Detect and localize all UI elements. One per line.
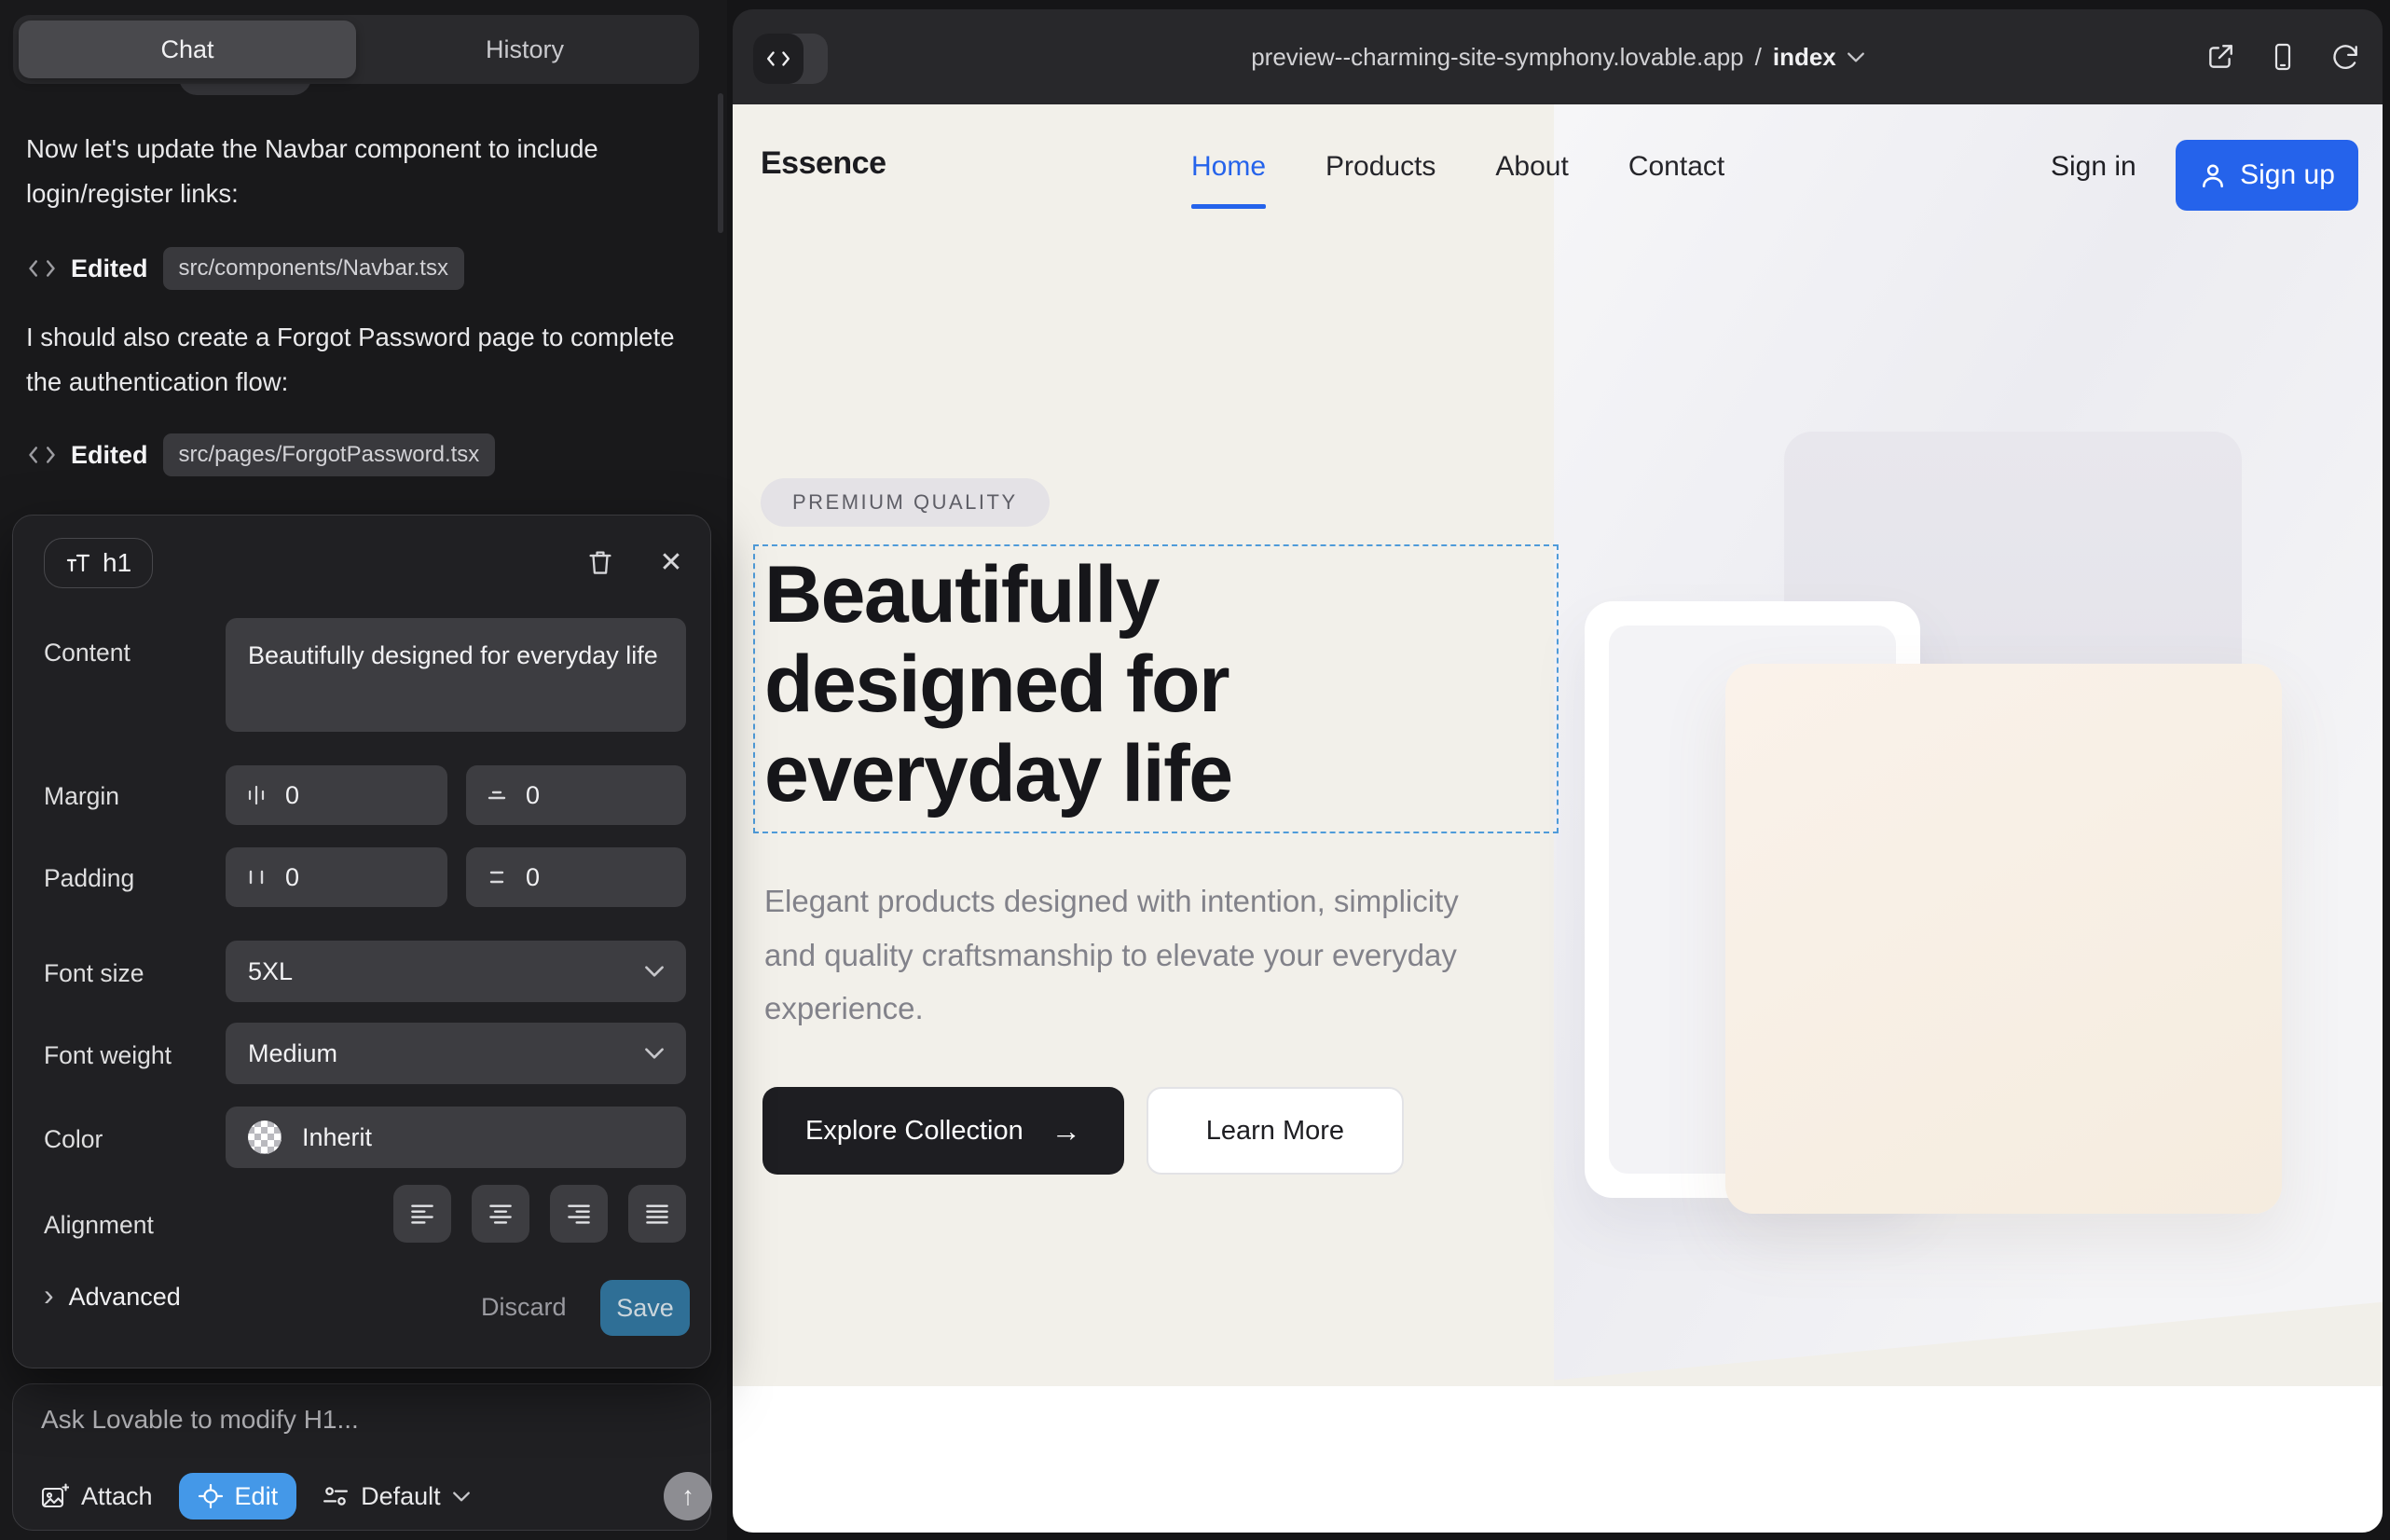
margin-vertical-icon <box>485 783 509 807</box>
preview-pane: preview--charming-site-symphony.lovable.… <box>733 9 2383 1533</box>
code-icon <box>28 444 56 466</box>
font-weight-select[interactable]: Medium <box>226 1023 686 1084</box>
padding-vertical-icon <box>485 865 509 889</box>
nav-link-home[interactable]: Home <box>1191 151 1266 183</box>
app-window: ··· Chat History Now let's update the Na… <box>0 0 2390 1540</box>
font-size-select[interactable]: 5XL <box>226 941 686 1002</box>
hero-description: Elegant products designed with intention… <box>764 874 1510 1036</box>
send-button[interactable]: ↑ <box>664 1472 712 1520</box>
content-input[interactable]: Beautifully designed for everyday life <box>226 618 686 732</box>
chevron-down-icon <box>453 1492 470 1502</box>
decorative-card-front <box>1725 664 2282 1214</box>
chevron-down-icon <box>645 1048 664 1059</box>
selected-element-tag: h1 <box>44 538 153 588</box>
tab-chat[interactable]: Chat <box>19 21 356 78</box>
mobile-view-icon[interactable] <box>2269 42 2297 72</box>
margin-horizontal-icon <box>244 783 268 807</box>
learn-more-button[interactable]: Learn More <box>1147 1087 1404 1175</box>
color-picker-field[interactable]: Inherit <box>226 1107 686 1168</box>
target-icon <box>198 1483 224 1509</box>
edited-label: Edited <box>71 254 148 283</box>
font-weight-label: Font weight <box>44 1041 172 1070</box>
site-logo[interactable]: Essence <box>761 145 886 182</box>
font-size-label: Font size <box>44 959 144 988</box>
attach-image-icon <box>41 1483 69 1509</box>
nav-link-about[interactable]: About <box>1495 151 1568 183</box>
align-left-button[interactable] <box>393 1185 451 1243</box>
site-nav: Home Products About Contact <box>1191 151 1724 183</box>
file-chip[interactable]: src/components/Navbar.tsx <box>163 247 464 290</box>
arrow-up-icon: ↑ <box>681 1481 694 1511</box>
alignment-label: Alignment <box>44 1211 154 1240</box>
prompt-input[interactable] <box>41 1405 684 1448</box>
url-bar[interactable]: preview--charming-site-symphony.lovable.… <box>733 9 2383 104</box>
chat-sidebar: ··· Chat History Now let's update the Na… <box>0 0 727 1540</box>
preview-toolbar: preview--charming-site-symphony.lovable.… <box>733 9 2383 104</box>
padding-y-input[interactable]: 0 <box>466 847 686 907</box>
sliders-icon <box>323 1485 349 1507</box>
file-edit-row: Edited src/pages/ForgotPassword.tsx <box>28 431 495 479</box>
assistant-message: Now let's update the Navbar component to… <box>26 127 690 216</box>
close-editor-button[interactable]: ✕ <box>651 542 692 583</box>
margin-y-input[interactable]: 0 <box>466 765 686 825</box>
site-viewport: Essence Home Products About Contact Sign… <box>733 104 2383 1533</box>
margin-label: Margin <box>44 782 119 811</box>
mode-selector[interactable]: Default <box>323 1482 470 1511</box>
explore-collection-button[interactable]: Explore Collection → <box>762 1087 1124 1175</box>
save-button[interactable]: Save <box>600 1280 690 1336</box>
padding-horizontal-icon <box>244 865 268 889</box>
padding-label: Padding <box>44 864 134 893</box>
padding-x-input[interactable]: 0 <box>226 847 447 907</box>
chevron-right-icon: › <box>44 1280 54 1310</box>
assistant-message: I should also create a Forgot Password p… <box>26 315 690 405</box>
sign-up-button[interactable]: Sign up <box>2176 140 2358 211</box>
nav-link-products[interactable]: Products <box>1325 151 1435 183</box>
chevron-down-icon <box>1847 52 1864 62</box>
tab-history[interactable]: History <box>356 21 694 78</box>
chat-scrollbar[interactable] <box>718 93 723 233</box>
margin-x-input[interactable]: 0 <box>226 765 447 825</box>
url-separator: / <box>1755 43 1762 72</box>
code-icon <box>28 257 56 280</box>
element-editor-panel: h1 ✕ Content Beautifully designed for ev… <box>12 515 711 1368</box>
preview-actions <box>2205 9 2360 104</box>
nav-link-contact[interactable]: Contact <box>1628 151 1724 183</box>
user-icon <box>2199 161 2227 189</box>
content-field: Beautifully designed for everyday life <box>226 618 686 732</box>
color-label: Color <box>44 1125 103 1154</box>
discard-button[interactable]: Discard <box>481 1293 567 1322</box>
premium-quality-badge: PREMIUM QUALITY <box>761 478 1050 527</box>
hero-cta-row: Explore Collection → Learn More <box>762 1087 1404 1175</box>
align-right-button[interactable] <box>550 1185 608 1243</box>
edited-label: Edited <box>71 441 148 470</box>
hero-headline[interactable]: Beautifully designed for everyday life <box>764 550 1417 818</box>
composer-toolbar: Attach Edit Default <box>41 1472 470 1520</box>
advanced-toggle[interactable]: › Advanced <box>44 1282 181 1312</box>
chat-history-tabs: Chat History <box>13 15 699 84</box>
attach-button[interactable]: Attach <box>41 1482 153 1511</box>
align-center-button[interactable] <box>472 1185 529 1243</box>
edit-mode-button[interactable]: Edit <box>179 1473 297 1519</box>
file-edit-row: Edited src/components/Navbar.tsx <box>28 244 464 293</box>
align-justify-button[interactable] <box>628 1185 686 1243</box>
content-label: Content <box>44 639 130 667</box>
prompt-composer: Attach Edit Default <box>12 1383 711 1531</box>
delete-element-button[interactable] <box>580 542 621 583</box>
file-chip[interactable]: src/pages/ForgotPassword.tsx <box>163 433 496 476</box>
refresh-icon[interactable] <box>2330 42 2360 72</box>
chevron-down-icon <box>645 966 664 977</box>
color-swatch <box>248 1121 282 1154</box>
url-page: index <box>1773 43 1836 72</box>
open-in-new-tab-icon[interactable] <box>2205 42 2235 72</box>
element-tag-label: h1 <box>103 548 131 578</box>
url-host: preview--charming-site-symphony.lovable.… <box>1251 43 1743 72</box>
typography-icon <box>65 553 91 573</box>
sign-in-link[interactable]: Sign in <box>2051 151 2136 183</box>
arrow-right-icon: → <box>1051 1114 1081 1148</box>
